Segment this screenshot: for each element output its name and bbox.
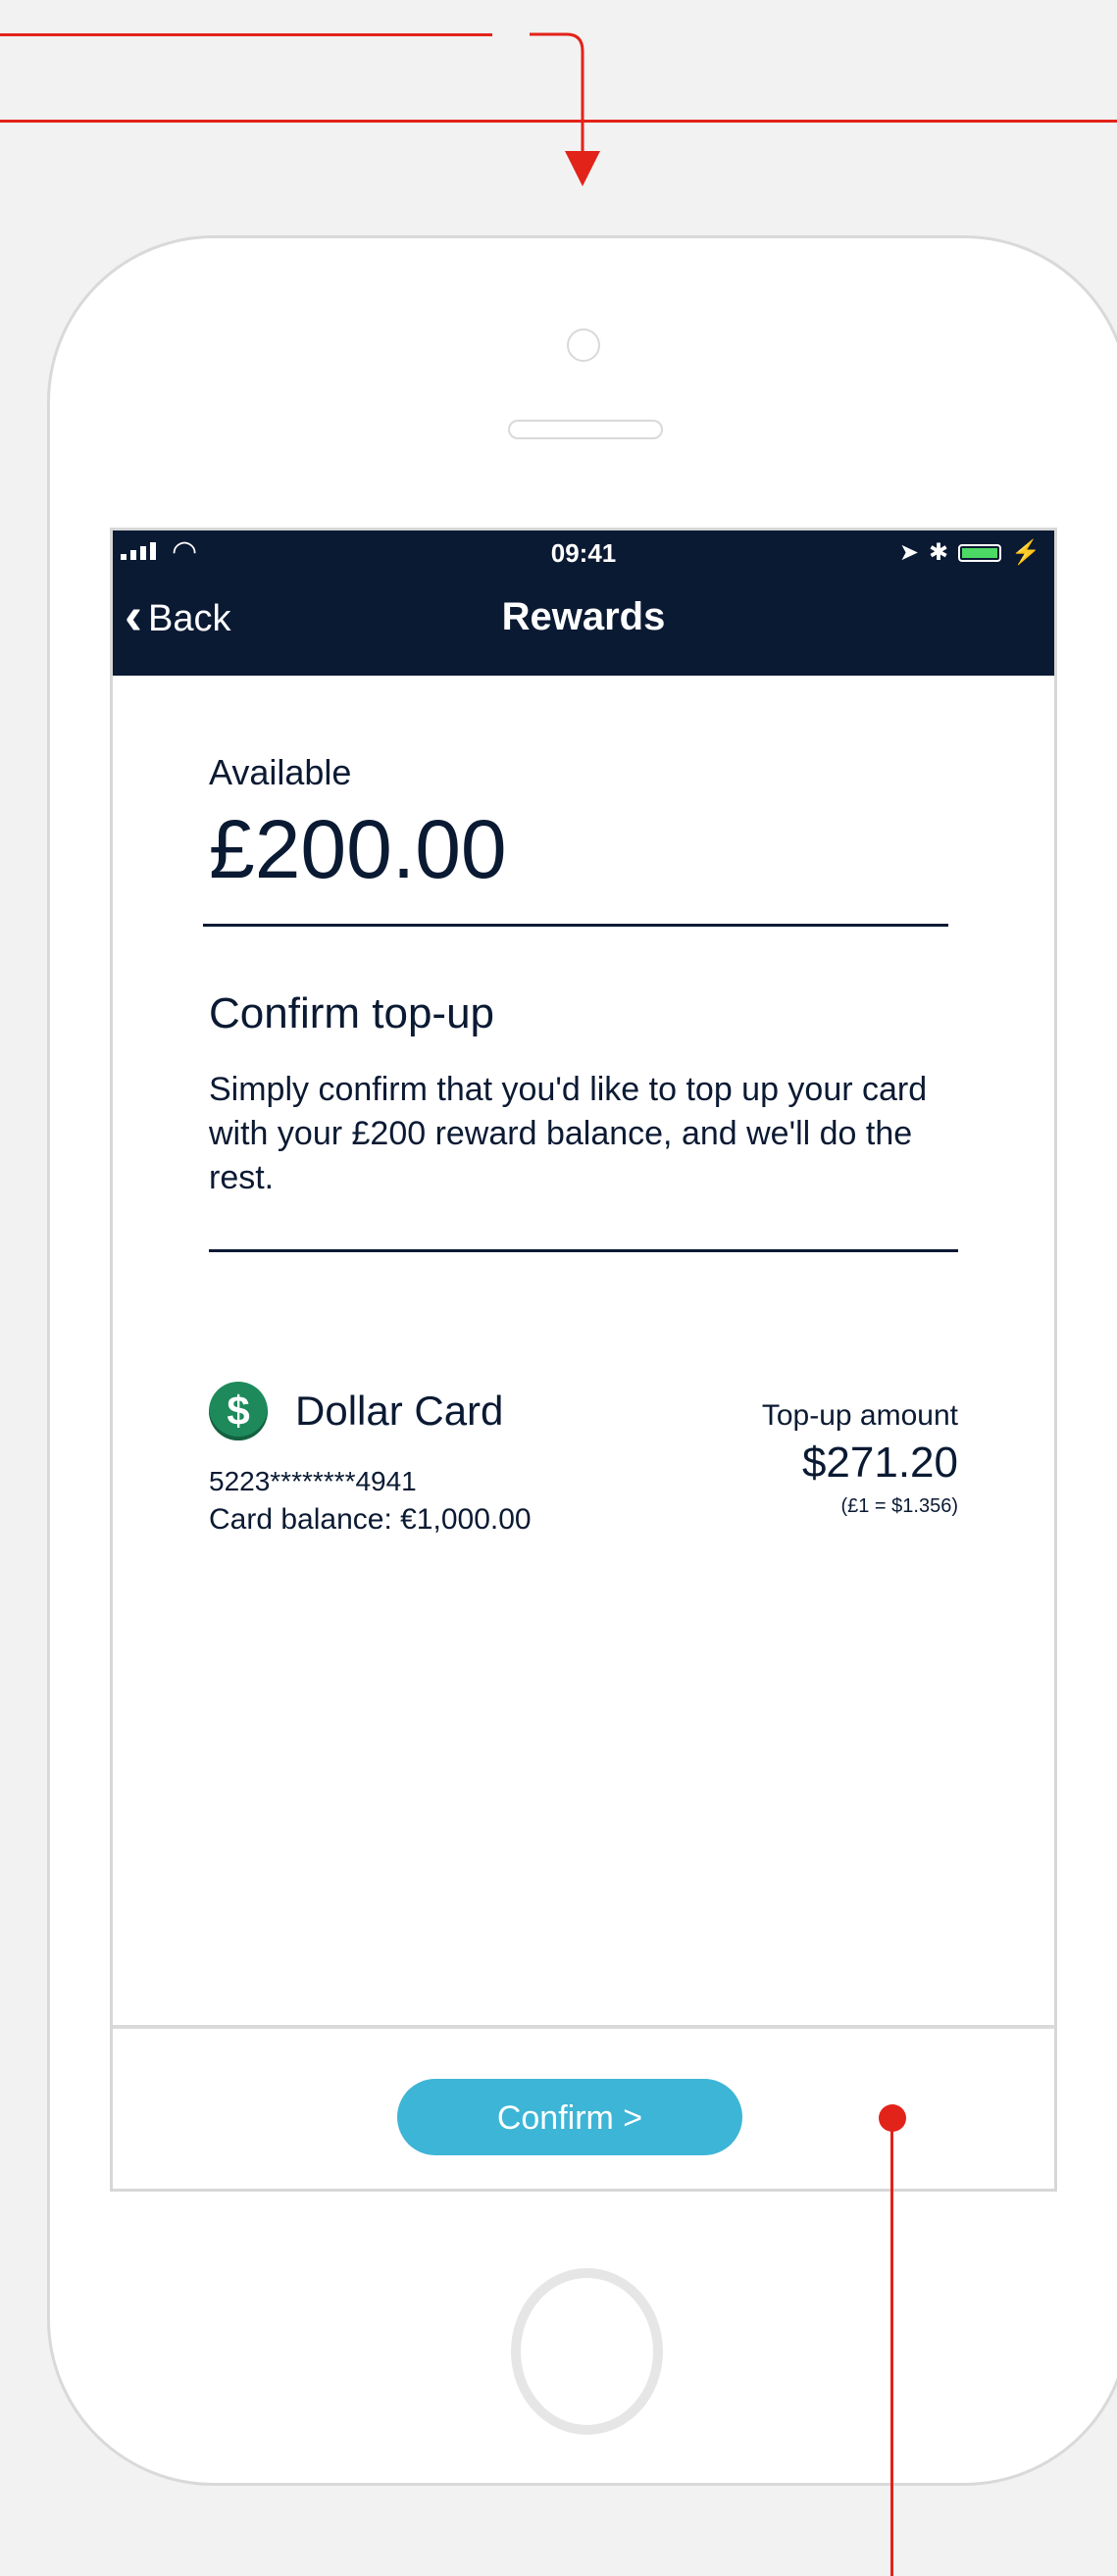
charging-icon: ⚡ [1011,539,1041,566]
page-title: Rewards [501,595,666,638]
card-balance: Card balance: €1,000.00 [209,1503,532,1536]
card-name: Dollar Card [295,1388,504,1434]
confirm-button[interactable]: Confirm > [397,2079,742,2155]
section-title: Confirm top-up [209,989,495,1037]
bluetooth-icon: ✱ [929,539,949,566]
dollar-icon: $ [209,1382,268,1440]
annotation-line-wide [0,120,583,123]
annotation-line-top [0,33,492,36]
topup-amount: $271.20 [801,1439,958,1487]
annotation-line-bottom [890,2118,893,2576]
annotation-line-right [583,120,1117,123]
battery-icon [958,543,1002,562]
home-button[interactable] [511,2268,663,2435]
divider-available [203,924,948,927]
available-amount: £200.00 [209,803,507,895]
speaker-icon [508,420,663,439]
exchange-rate: (£1 = $1.356) [840,1495,958,1517]
topup-label: Top-up amount [761,1399,958,1432]
card-number: 5223********4941 [209,1466,417,1496]
location-icon: ➤ [898,539,919,566]
divider-section [209,1249,958,1252]
camera-icon [567,328,600,362]
footer-divider [113,2025,1054,2029]
nav-bar: ◠ 09:41 ➤ ✱ ⚡ ‹ Back Rewards [113,530,1054,676]
phone-screen: ◠ 09:41 ➤ ✱ ⚡ ‹ Back Rewards Available £… [110,528,1057,2192]
status-icons: ➤ ✱ ⚡ [899,538,1041,567]
annotation-arrow [530,32,600,186]
section-body: Simply confirm that you'd like to top up… [209,1071,928,1196]
available-label: Available [209,752,352,792]
